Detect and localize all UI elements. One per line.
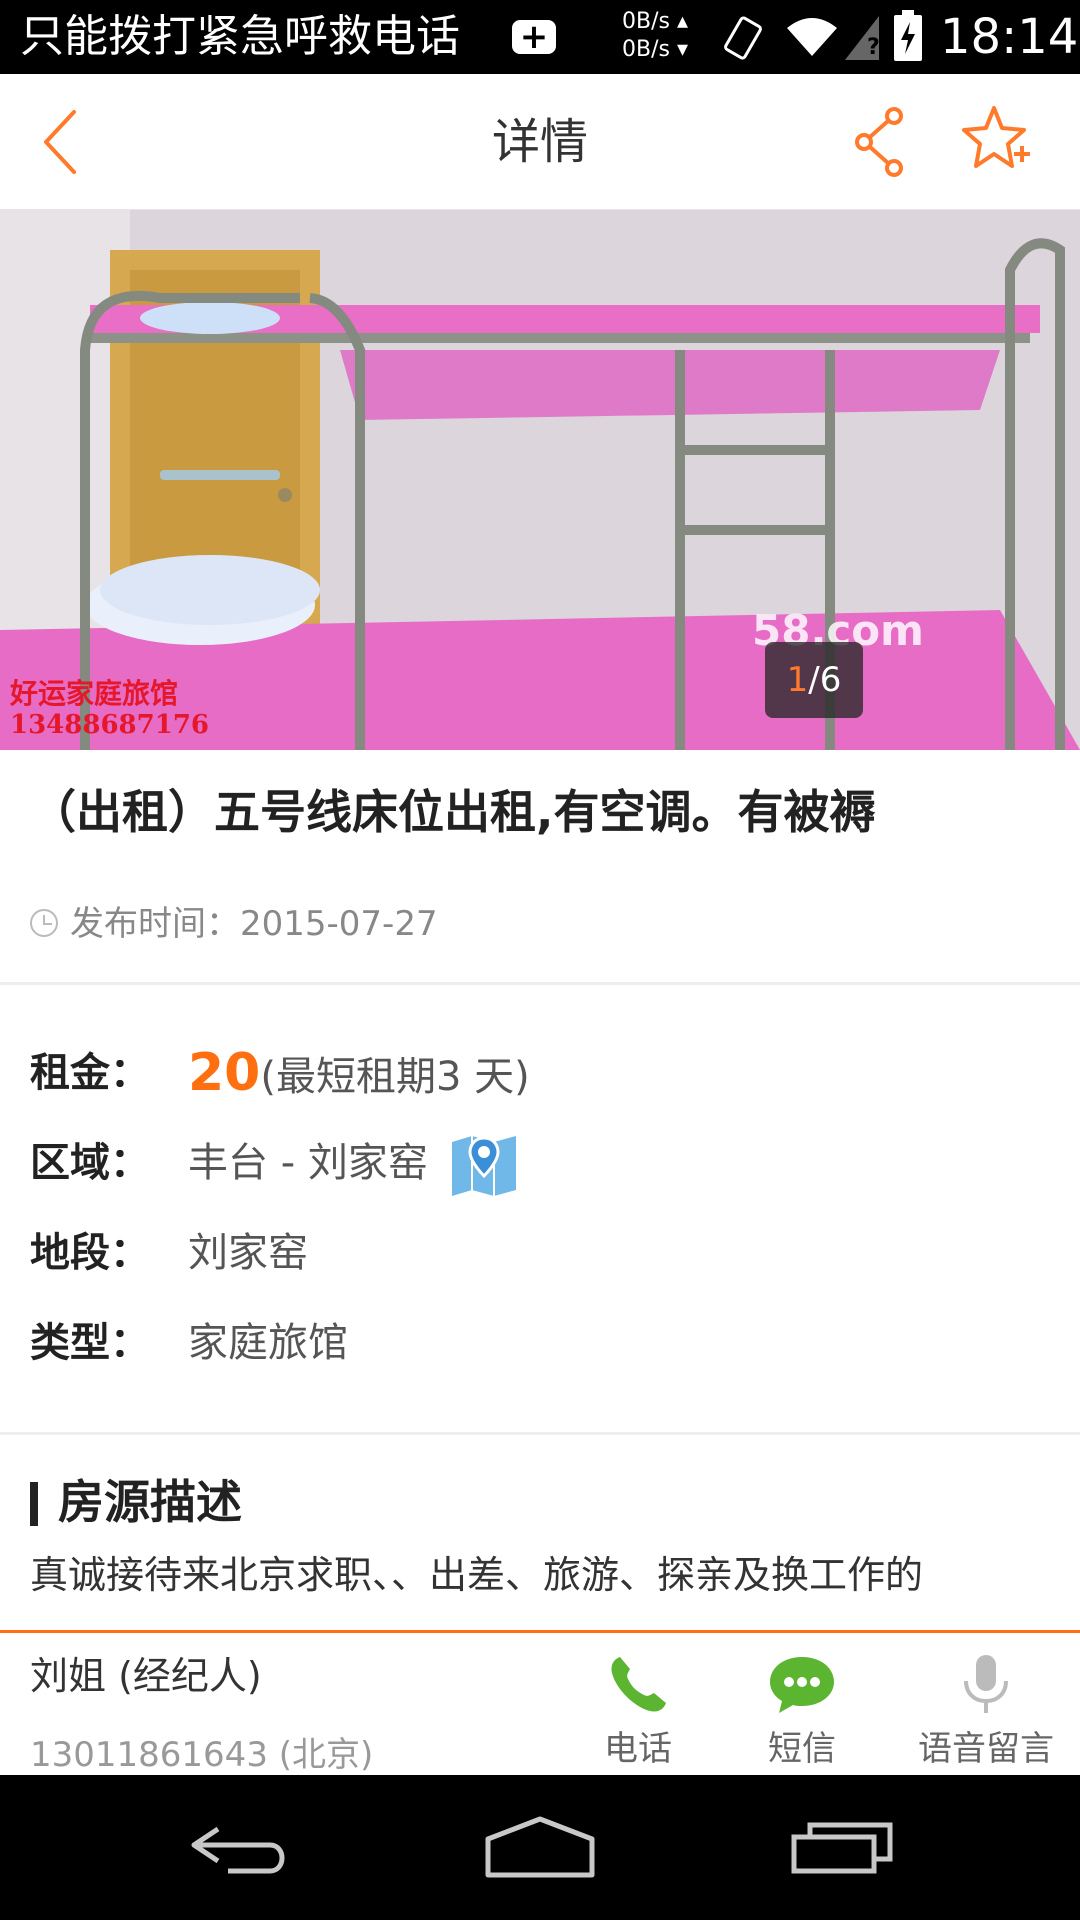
signal-unknown-icon: ?	[845, 16, 879, 60]
sms-label: 短信	[768, 1729, 836, 1769]
description-heading: 房源描述	[30, 1470, 242, 1534]
rotate-icon	[724, 16, 762, 60]
voice-message-button[interactable]: 语音留言	[906, 1653, 1066, 1771]
status-time: 18:14	[940, 9, 1079, 65]
rent-price: 20	[188, 1043, 261, 1103]
photo-total: 6	[819, 660, 842, 700]
map-location-icon[interactable]	[450, 1132, 518, 1198]
area-value-group: 丰台 - 刘家窑	[188, 1130, 518, 1198]
rent-value-group: 20(最短租期3 天)	[188, 1040, 530, 1110]
notification-plus-icon: +	[512, 20, 556, 54]
sms-button[interactable]: 短信	[727, 1653, 877, 1771]
photo-current-index: 1	[786, 660, 809, 700]
contact-bar: 刘姐 (经纪人) 13011861643 (北京) 电话 短信 语音留言	[0, 1630, 1080, 1775]
type-label: 类型：	[30, 1320, 150, 1366]
contact-phone: 13011861643 (北京)	[30, 1735, 374, 1775]
clock-icon	[30, 909, 58, 937]
divider	[0, 982, 1080, 985]
share-icon[interactable]	[852, 106, 908, 178]
publish-date: 2015-07-27	[240, 904, 438, 944]
divider	[0, 1432, 1080, 1435]
rent-row: 租金： 20(最短租期3 天)	[30, 1040, 1050, 1130]
type-row: 类型： 家庭旅馆	[30, 1310, 1050, 1400]
svg-text:?: ?	[867, 35, 879, 60]
nav-back-icon[interactable]	[188, 1821, 292, 1877]
contact-name: 刘姐 (经纪人)	[30, 1654, 262, 1698]
call-button[interactable]: 电话	[563, 1653, 713, 1771]
bunk-bed-photo	[0, 210, 1080, 750]
listing-photo[interactable]: 58.com 好运家庭旅馆 13488687176 1/6	[0, 210, 1080, 750]
network-speed: 0B/s ▴ 0B/s ▾	[622, 9, 689, 62]
section-value: 刘家窑	[188, 1230, 308, 1276]
wifi-icon	[787, 18, 837, 56]
nav-recent-apps-icon[interactable]	[790, 1819, 894, 1875]
description-text: 真诚接待来北京求职、、出差、旅游、探亲及换工作的	[30, 1553, 924, 1597]
publish-time: 发布时间：2015-07-27	[30, 900, 438, 948]
voice-message-label: 语音留言	[918, 1729, 1054, 1769]
header-bar: 详情	[0, 74, 1080, 210]
rent-note: (最短租期3 天)	[260, 1054, 530, 1100]
listing-title: （出租）五号线床位出租,有空调。有被褥	[30, 785, 876, 839]
photo-counter: 1/6	[765, 642, 863, 718]
call-label: 电话	[604, 1729, 672, 1769]
microphone-icon	[964, 1655, 1008, 1713]
message-bubble-icon	[770, 1657, 834, 1713]
area-row: 区域： 丰台 - 刘家窑	[30, 1130, 1050, 1220]
system-nav-bar	[0, 1775, 1080, 1920]
section-label: 地段：	[30, 1230, 150, 1276]
status-bar: 只能拨打紧急呼救电话 + 0B/s ▴ 0B/s ▾ ? 18:14	[0, 0, 1080, 74]
phone-icon	[611, 1657, 666, 1712]
net-down: 0B/s	[622, 37, 670, 62]
type-value: 家庭旅馆	[188, 1320, 348, 1366]
watermark-phone: 13488687176	[10, 710, 209, 740]
add-favorite-star-icon[interactable]	[962, 104, 1032, 176]
page-title: 详情	[491, 114, 588, 170]
watermark-shop: 好运家庭旅馆	[10, 677, 179, 710]
battery-charging-icon	[894, 10, 922, 61]
section-row: 地段： 刘家窑	[30, 1220, 1050, 1310]
rent-label: 租金：	[30, 1050, 150, 1096]
photo-counter-separator: /	[808, 660, 820, 700]
area-label: 区域：	[30, 1140, 150, 1186]
area-value: 丰台 - 刘家窑	[188, 1140, 428, 1186]
listing-details: 租金： 20(最短租期3 天) 区域： 丰台 - 刘家窑 地段： 刘家窑 类型：…	[30, 1040, 1050, 1400]
publish-label: 发布时间：	[70, 904, 240, 944]
nav-home-icon[interactable]	[484, 1815, 596, 1879]
status-notice: 只能拨打紧急呼救电话	[20, 11, 460, 62]
net-up: 0B/s	[622, 9, 670, 34]
